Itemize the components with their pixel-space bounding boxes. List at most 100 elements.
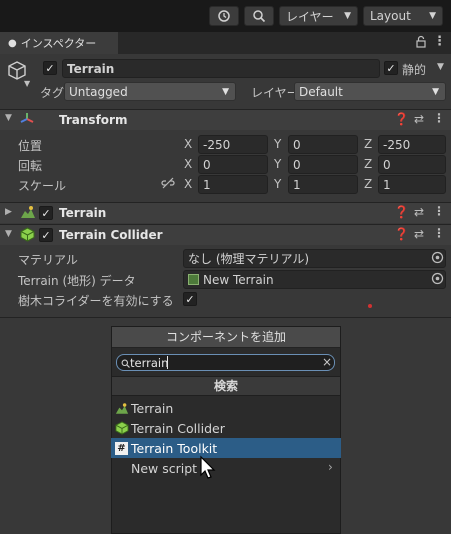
position-z-field[interactable]: -250	[378, 135, 446, 154]
kebab-icon[interactable]: ⋮	[433, 226, 445, 240]
active-checkbox[interactable]: ✓	[43, 61, 57, 75]
help-icon[interactable]: ❓	[394, 227, 409, 241]
object-picker-icon[interactable]	[431, 251, 444, 267]
transform-title: Transform	[59, 113, 128, 127]
scale-y-field[interactable]: 1	[288, 175, 358, 194]
result-item-terrain[interactable]: Terrain	[111, 398, 341, 418]
text-caret	[167, 356, 168, 369]
result-item-terrain-collider[interactable]: Terrain Collider	[111, 418, 341, 438]
rotation-y-field[interactable]: 0	[288, 155, 358, 174]
collider-icon	[115, 421, 129, 435]
static-dropdown-arrow[interactable]: ▼	[437, 62, 444, 72]
transform-icon	[19, 111, 35, 130]
static-label: 静的	[402, 63, 427, 77]
tag-label: タグ	[40, 86, 65, 100]
position-y-label: Y	[274, 137, 282, 151]
layers-dropdown[interactable]: レイヤー ▼	[279, 6, 358, 26]
component-search-value: terrain	[130, 356, 169, 370]
terrain-enabled-checkbox[interactable]: ✓	[39, 206, 53, 220]
result-item-label: Terrain Toolkit	[131, 440, 218, 456]
object-name-input[interactable]: Terrain	[62, 59, 380, 78]
foldout-arrow-icon[interactable]: ▼	[5, 229, 12, 239]
layer-value: Default	[299, 84, 343, 99]
static-checkbox[interactable]: ✓	[384, 61, 398, 75]
layers-dropdown-label: レイヤー	[286, 9, 334, 24]
terrain-icon	[115, 402, 129, 415]
rotation-z-label: Z	[364, 157, 373, 171]
add-component-title: コンポーネントを追加	[112, 327, 340, 348]
search-button[interactable]	[244, 6, 274, 26]
terrain-collider-title: Terrain Collider	[59, 228, 163, 242]
info-icon: ●	[8, 37, 17, 49]
position-x-field[interactable]: -250	[198, 135, 268, 154]
help-icon[interactable]: ❓	[394, 112, 409, 126]
chevron-down-icon: ▼	[222, 86, 229, 97]
kebab-icon[interactable]: ⋮	[433, 34, 446, 50]
position-label: 位置	[18, 139, 43, 153]
chevron-down-icon: ▼	[429, 11, 436, 21]
link-icon[interactable]	[161, 177, 175, 192]
lock-icon	[416, 35, 426, 48]
position-y-field[interactable]: 0	[288, 135, 358, 154]
rotation-x-field[interactable]: 0	[198, 155, 268, 174]
layout-dropdown-label: Layout	[370, 9, 411, 23]
tab-inspector-label: インスペクター	[20, 37, 97, 50]
results-header: 検索	[112, 376, 340, 396]
clear-icon[interactable]: ×	[322, 355, 332, 369]
history-icon	[218, 10, 230, 22]
object-picker-icon[interactable]	[431, 272, 444, 288]
scale-y-label: Y	[274, 177, 282, 191]
chevron-right-icon: ›	[328, 460, 333, 474]
collider-icon	[20, 227, 35, 245]
terrain-icon	[20, 205, 36, 222]
result-item-label: Terrain	[131, 400, 174, 416]
scale-x-label: X	[184, 177, 193, 191]
scale-x-field[interactable]: 1	[198, 175, 268, 194]
foldout-arrow-icon[interactable]: ▼	[5, 113, 12, 123]
terrain-data-icon	[188, 274, 199, 285]
red-dot-marker	[368, 304, 372, 308]
history-button[interactable]	[209, 6, 239, 26]
kebab-icon[interactable]: ⋮	[433, 111, 445, 125]
search-icon	[121, 357, 130, 371]
mouse-cursor-icon	[199, 455, 219, 484]
section-divider	[0, 317, 451, 318]
tab-inspector[interactable]: ● インスペクター	[0, 32, 118, 54]
search-icon	[253, 10, 266, 23]
foldout-arrow-icon[interactable]: ▶	[5, 207, 12, 217]
rotation-label: 回転	[18, 159, 43, 173]
lock-button[interactable]	[415, 35, 427, 49]
terrain-data-field[interactable]: New Terrain	[183, 270, 446, 289]
preset-icon[interactable]: ⇄	[414, 227, 424, 241]
position-z-label: Z	[364, 137, 373, 151]
result-item-new-script[interactable]: New script	[111, 458, 341, 478]
chevron-down-icon: ▼	[432, 86, 439, 97]
layout-dropdown[interactable]: Layout ▼	[363, 6, 443, 26]
rotation-y-label: Y	[274, 157, 282, 171]
terrain-data-value: New Terrain	[203, 272, 274, 287]
collider-enabled-checkbox[interactable]: ✓	[39, 228, 53, 242]
terrain-data-label: Terrain (地形) データ	[18, 274, 136, 288]
result-item-label: New script	[131, 460, 198, 476]
tree-collider-checkbox[interactable]: ✓	[183, 292, 197, 306]
layer-label: レイヤー	[251, 86, 299, 100]
kebab-icon[interactable]: ⋮	[433, 204, 445, 218]
terrain-title: Terrain	[59, 206, 107, 220]
material-field[interactable]: なし (物理マテリアル)	[183, 249, 446, 268]
scale-z-field[interactable]: 1	[378, 175, 446, 194]
scale-z-label: Z	[364, 177, 373, 191]
preset-icon[interactable]: ⇄	[414, 205, 424, 219]
icon-dropdown-arrow[interactable]: ▼	[24, 79, 30, 88]
rotation-x-label: X	[184, 157, 193, 171]
script-icon: #	[115, 441, 128, 455]
result-item-terrain-toolkit[interactable]: # Terrain Toolkit	[111, 438, 341, 458]
result-item-label: Terrain Collider	[131, 420, 225, 436]
material-label: マテリアル	[18, 253, 78, 267]
help-icon[interactable]: ❓	[394, 205, 409, 219]
tag-dropdown[interactable]: Untagged ▼	[64, 82, 236, 101]
preset-icon[interactable]: ⇄	[414, 112, 424, 126]
material-value: なし (物理マテリアル)	[188, 252, 310, 266]
rotation-z-field[interactable]: 0	[378, 155, 446, 174]
tree-collider-label: 樹木コライダーを有効にする	[18, 294, 174, 308]
layer-dropdown[interactable]: Default ▼	[294, 82, 446, 101]
